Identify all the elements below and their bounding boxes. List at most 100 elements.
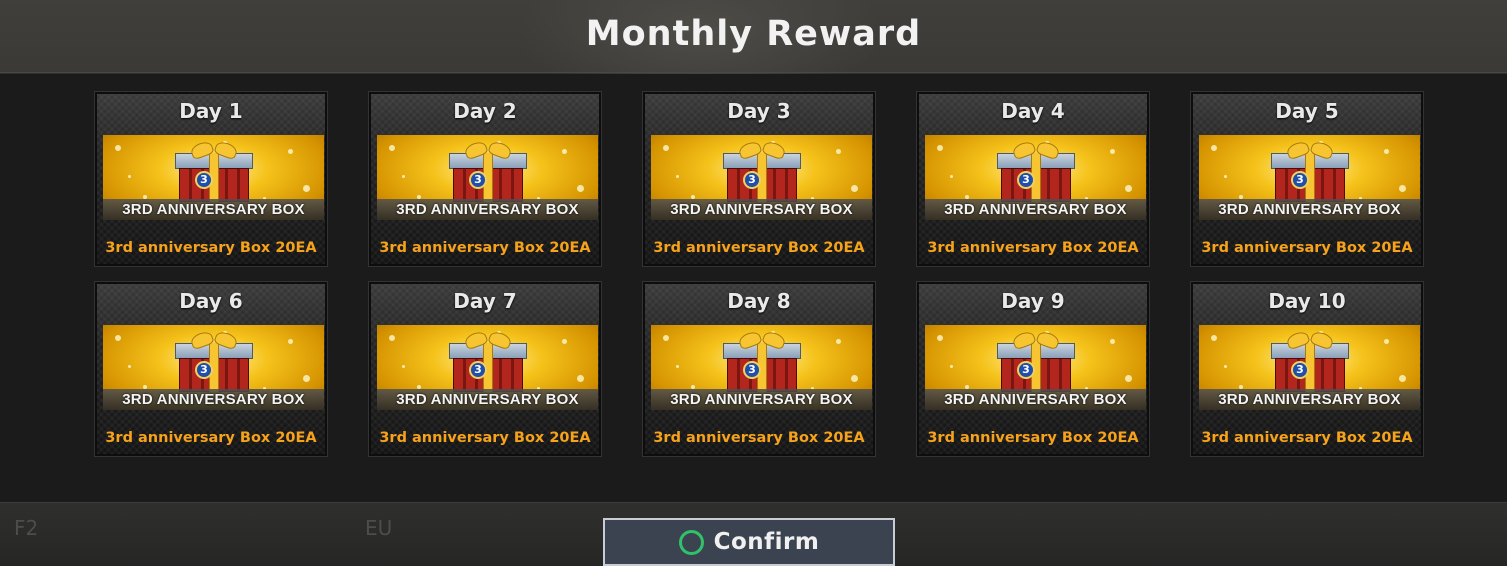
reward-description: 3rd anniversary Box 20EA — [379, 430, 591, 446]
sparkle-decoration — [402, 175, 405, 178]
reward-card: Day 4 3 3RD ANNIVERSARY BOX 3rd anniversary… — [916, 91, 1150, 267]
anniversary-box-image: 3 3RD ANNIVERSARY BOX — [651, 135, 872, 220]
reward-description: 3rd anniversary Box 20EA — [379, 240, 591, 256]
gift-box-badge: 3 — [1291, 361, 1309, 379]
sparkle-decoration — [1399, 375, 1406, 382]
sparkle-decoration — [288, 149, 293, 154]
sparkle-decoration — [577, 375, 584, 382]
reward-description: 3rd anniversary Box 20EA — [653, 240, 865, 256]
sparkle-decoration — [1384, 149, 1389, 154]
gift-box-icon: 3 — [997, 329, 1075, 392]
gift-box-icon: 3 — [175, 139, 253, 202]
reward-card: Day 1 3 3RD ANNIVERSARY BOX 3rd anniversary… — [94, 91, 328, 267]
box-banner-text: 3RD ANNIVERSARY BOX — [1199, 389, 1420, 410]
sparkle-decoration — [128, 175, 131, 178]
anniversary-box-image: 3 3RD ANNIVERSARY BOX — [103, 325, 324, 410]
reward-day-label: Day 7 — [453, 289, 517, 313]
sparkle-decoration — [937, 335, 943, 341]
sparkle-decoration — [562, 339, 567, 344]
sparkle-decoration — [1224, 175, 1227, 178]
reward-day-label: Day 5 — [1275, 99, 1339, 123]
page-title: Monthly Reward — [585, 14, 922, 54]
sparkle-decoration — [402, 365, 405, 368]
gift-box-icon: 3 — [723, 139, 801, 202]
box-banner-text: 3RD ANNIVERSARY BOX — [651, 389, 872, 410]
gift-box-badge: 3 — [195, 171, 213, 189]
reward-description: 3rd anniversary Box 20EA — [105, 430, 317, 446]
box-banner-text: 3RD ANNIVERSARY BOX — [1199, 199, 1420, 220]
anniversary-box-image: 3 3RD ANNIVERSARY BOX — [377, 325, 598, 410]
sparkle-decoration — [1211, 335, 1217, 341]
gift-box-badge: 3 — [469, 171, 487, 189]
reward-grid: Day 1 3 3RD ANNIVERSARY BOX 3rd anniversary… — [94, 91, 1424, 457]
reward-card: Day 6 3 3RD ANNIVERSARY BOX 3rd anniversary… — [94, 281, 328, 457]
sparkle-decoration — [851, 375, 858, 382]
reward-description: 3rd anniversary Box 20EA — [1201, 240, 1413, 256]
gift-box-icon: 3 — [1271, 139, 1349, 202]
box-banner-text: 3RD ANNIVERSARY BOX — [377, 199, 598, 220]
box-banner-text: 3RD ANNIVERSARY BOX — [377, 389, 598, 410]
sparkle-decoration — [1384, 339, 1389, 344]
gift-box-icon: 3 — [449, 139, 527, 202]
gift-box-badge: 3 — [195, 361, 213, 379]
box-banner-text: 3RD ANNIVERSARY BOX — [925, 389, 1146, 410]
gift-box-icon: 3 — [997, 139, 1075, 202]
box-banner-text: 3RD ANNIVERSARY BOX — [103, 199, 324, 220]
reward-description: 3rd anniversary Box 20EA — [1201, 430, 1413, 446]
reward-day-label: Day 6 — [179, 289, 243, 313]
confirm-button[interactable]: Confirm — [603, 518, 895, 566]
sparkle-decoration — [288, 339, 293, 344]
reward-day-label: Day 4 — [1001, 99, 1065, 123]
anniversary-box-image: 3 3RD ANNIVERSARY BOX — [925, 135, 1146, 220]
reward-day-label: Day 2 — [453, 99, 517, 123]
anniversary-box-image: 3 3RD ANNIVERSARY BOX — [1199, 135, 1420, 220]
reward-description: 3rd anniversary Box 20EA — [927, 240, 1139, 256]
background-label-eu: EU — [365, 516, 393, 540]
sparkle-decoration — [577, 185, 584, 192]
reward-card: Day 2 3 3RD ANNIVERSARY BOX 3rd anniversary… — [368, 91, 602, 267]
sparkle-decoration — [1125, 185, 1132, 192]
sparkle-decoration — [836, 339, 841, 344]
gift-box-icon: 3 — [723, 329, 801, 392]
anniversary-box-image: 3 3RD ANNIVERSARY BOX — [377, 135, 598, 220]
background-label-f2: F2 — [14, 516, 39, 540]
sparkle-decoration — [676, 175, 679, 178]
gift-box-badge: 3 — [469, 361, 487, 379]
gift-box-badge: 3 — [1017, 361, 1035, 379]
sparkle-decoration — [676, 365, 679, 368]
sparkle-decoration — [1224, 365, 1227, 368]
anniversary-box-image: 3 3RD ANNIVERSARY BOX — [1199, 325, 1420, 410]
sparkle-decoration — [303, 375, 310, 382]
gift-box-badge: 3 — [743, 361, 761, 379]
reward-day-label: Day 3 — [727, 99, 791, 123]
sparkle-decoration — [950, 365, 953, 368]
reward-card: Day 7 3 3RD ANNIVERSARY BOX 3rd anniversary… — [368, 281, 602, 457]
sparkle-decoration — [663, 145, 669, 151]
gift-box-badge: 3 — [1291, 171, 1309, 189]
reward-card: Day 9 3 3RD ANNIVERSARY BOX 3rd anniversary… — [916, 281, 1150, 457]
gift-box-icon: 3 — [1271, 329, 1349, 392]
sparkle-decoration — [115, 335, 121, 341]
sparkle-decoration — [389, 335, 395, 341]
box-banner-text: 3RD ANNIVERSARY BOX — [651, 199, 872, 220]
reward-day-label: Day 9 — [1001, 289, 1065, 313]
reward-description: 3rd anniversary Box 20EA — [927, 430, 1139, 446]
gift-box-icon: 3 — [449, 329, 527, 392]
reward-day-label: Day 8 — [727, 289, 791, 313]
anniversary-box-image: 3 3RD ANNIVERSARY BOX — [651, 325, 872, 410]
sparkle-decoration — [562, 149, 567, 154]
sparkle-decoration — [836, 149, 841, 154]
sparkle-decoration — [1399, 185, 1406, 192]
reward-card: Day 10 3 3RD ANNIVERSARY BOX 3rd anniversar… — [1190, 281, 1424, 457]
sparkle-decoration — [115, 145, 121, 151]
reward-description: 3rd anniversary Box 20EA — [105, 240, 317, 256]
sparkle-decoration — [1211, 145, 1217, 151]
reward-card: Day 8 3 3RD ANNIVERSARY BOX 3rd anniversary… — [642, 281, 876, 457]
sparkle-decoration — [663, 335, 669, 341]
anniversary-box-image: 3 3RD ANNIVERSARY BOX — [925, 325, 1146, 410]
reward-day-label: Day 1 — [179, 99, 243, 123]
sparkle-decoration — [937, 145, 943, 151]
box-banner-text: 3RD ANNIVERSARY BOX — [103, 389, 324, 410]
sparkle-decoration — [950, 175, 953, 178]
gift-box-badge: 3 — [1017, 171, 1035, 189]
